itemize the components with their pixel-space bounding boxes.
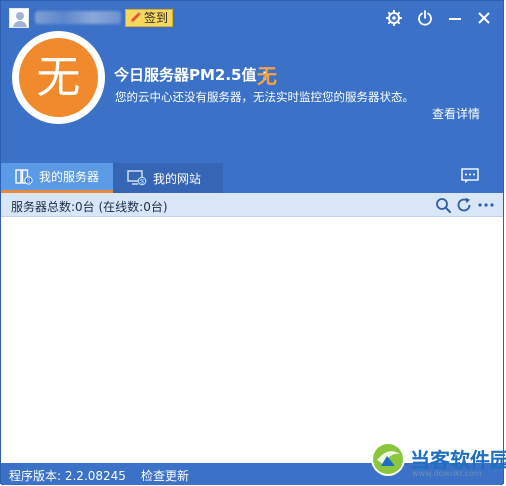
website-icon: S xyxy=(127,170,147,186)
settings-gear-icon[interactable] xyxy=(384,8,404,28)
pm-status-circle: 无 xyxy=(19,38,98,117)
watermark-logo-icon xyxy=(371,442,405,476)
svg-text:S: S xyxy=(26,179,30,185)
check-update-link[interactable]: 检查更新 xyxy=(141,467,189,484)
close-icon[interactable] xyxy=(474,8,494,28)
username-blurred[interactable] xyxy=(35,11,121,24)
pm-status-char: 无 xyxy=(36,51,81,103)
avatar-body-shape xyxy=(13,21,27,27)
message-icon[interactable] xyxy=(461,168,479,184)
pm-value: 无 xyxy=(257,64,277,88)
server-count-text: 服务器总数:0台 (在线数:0台) xyxy=(11,200,168,214)
server-list-area xyxy=(1,217,503,463)
pencil-icon xyxy=(130,12,141,23)
server-status-bar: 服务器总数:0台 (在线数:0台) xyxy=(1,193,503,217)
tab-my-servers[interactable]: S 我的服务器 xyxy=(1,163,113,193)
version-text: 程序版本: 2.2.08245 xyxy=(9,469,126,483)
avatar-head-shape xyxy=(16,12,24,20)
signin-label: 签到 xyxy=(144,11,169,25)
tab-my-websites[interactable]: S 我的网站 xyxy=(113,163,223,193)
search-icon[interactable] xyxy=(435,197,453,213)
svg-text:S: S xyxy=(140,180,144,186)
watermark-url: www.downkr.com xyxy=(412,469,482,478)
server-icon: S xyxy=(15,168,33,185)
app-window: 签到 无 今日服务器PM2.5值: 无 您的云中心还没有服务器，无法实时监控您… xyxy=(0,0,504,485)
more-icon[interactable] xyxy=(477,197,495,213)
pm-title: 今日服务器PM2.5值 : xyxy=(114,66,268,84)
minimize-icon[interactable] xyxy=(445,8,465,28)
header-panel: 签到 无 今日服务器PM2.5值: 无 您的云中心还没有服务器，无法实时监控您… xyxy=(1,1,503,163)
tab-my-websites-label: 我的网站 xyxy=(153,171,202,186)
watermark: 当客软件园 www.downkr.com xyxy=(366,438,506,484)
power-icon[interactable] xyxy=(415,8,435,28)
refresh-icon[interactable] xyxy=(456,197,474,213)
tab-my-servers-label: 我的服务器 xyxy=(39,170,100,184)
user-avatar-icon[interactable] xyxy=(9,8,29,28)
signin-button[interactable]: 签到 xyxy=(125,9,174,27)
pm-description: 您的云中心还没有服务器，无法实时监控您的服务器状态。 xyxy=(115,90,414,104)
view-details-link[interactable]: 查看详情 xyxy=(432,105,480,122)
pm-status-ring: 无 xyxy=(12,31,105,124)
